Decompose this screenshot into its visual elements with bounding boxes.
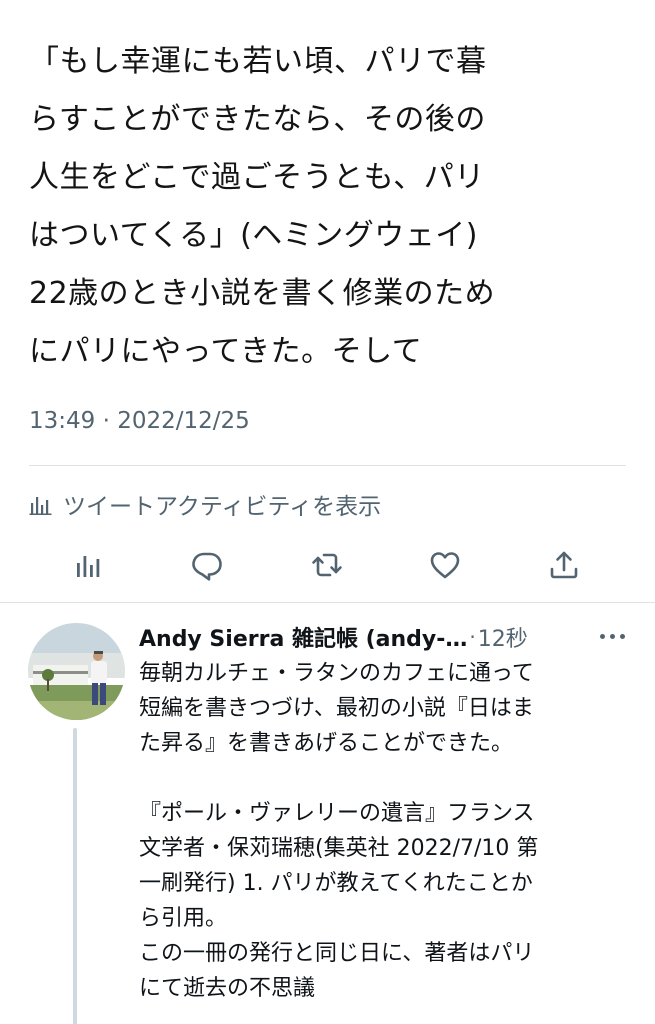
retweet-icon [312,553,342,577]
tweet-timestamp[interactable]: 13:49 · 2022/12/25 [29,408,250,434]
main-tweet: 「もし幸運にも若い頃、パリで暮 らすことができたなら、その後の 人生をどこで過ご… [0,0,655,602]
avatar[interactable] [28,623,125,720]
more-icon [599,633,605,639]
separator-dot: · [469,625,476,649]
tweet-action-bar [0,541,655,589]
like-button[interactable] [421,541,469,589]
reply-icon [192,552,222,581]
reply-text: 毎朝カルチェ・ラタンのカフェに通って 短編を書きつづけ、最初の小説『日はま た昇… [139,661,539,1001]
retweet-button[interactable] [303,541,351,589]
thread-line [73,728,77,1024]
heart-icon [430,552,460,579]
more-options-button[interactable] [590,619,634,653]
share-icon [550,551,578,579]
reply-button[interactable] [183,541,231,589]
analytics-button[interactable] [65,541,113,589]
tweet-text: 「もし幸運にも若い頃、パリで暮 らすことができたなら、その後の 人生をどこで過ご… [29,44,496,369]
share-button[interactable] [540,541,588,589]
avatar-photo [28,623,125,720]
reply-tweet[interactable]: Andy Sierra 雑記帳 (andy-… · 12秒 毎朝カルチェ・ラタン… [0,603,655,1024]
view-tweet-activity-link[interactable]: ツイートアクティビティを表示 [29,484,381,524]
divider [29,465,626,466]
reply-timestamp[interactable]: 12秒 [478,621,528,653]
analytics-icon [77,556,100,577]
reply-header: Andy Sierra 雑記帳 (andy-… · 12秒 [139,621,629,653]
author-name[interactable]: Andy Sierra 雑記帳 (andy-… [139,621,467,653]
analytics-icon [29,497,52,515]
tweet-activity-label: ツイートアクティビティを表示 [63,494,382,520]
